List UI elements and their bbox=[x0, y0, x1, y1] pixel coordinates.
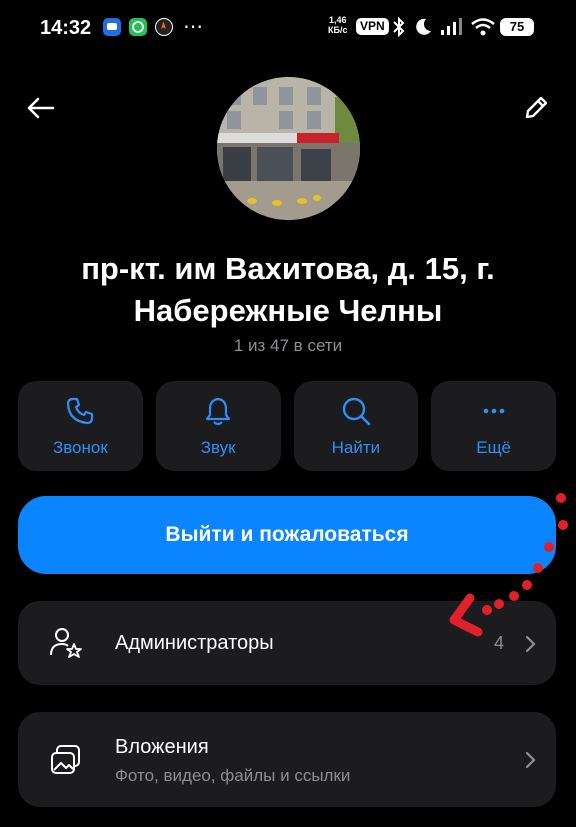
status-time: 14:32 bbox=[40, 17, 92, 39]
more-label: Ещё bbox=[476, 438, 512, 457]
search-label: Найти bbox=[331, 438, 381, 457]
speed-unit: КБ/с bbox=[328, 25, 348, 35]
phone-icon bbox=[65, 394, 95, 428]
bell-icon bbox=[203, 394, 233, 428]
leave-and-report-button[interactable]: Выйти и пожаловаться bbox=[18, 496, 556, 574]
admin-star-icon bbox=[48, 625, 84, 661]
sound-label: Звук bbox=[200, 438, 236, 457]
signal-icon bbox=[440, 16, 464, 43]
pencil-icon bbox=[525, 96, 548, 119]
gallery-icon bbox=[48, 742, 84, 778]
group-title: пр-кт. им Вахитова, д. 15, г. Набережные… bbox=[81, 251, 495, 328]
avatar-photo bbox=[217, 77, 360, 220]
more-button[interactable]: Ещё bbox=[431, 381, 556, 471]
vpn-badge: VPN bbox=[356, 18, 389, 35]
sound-button[interactable]: Звук bbox=[155, 381, 281, 471]
whatsapp-icon bbox=[129, 18, 147, 36]
back-button[interactable] bbox=[22, 90, 58, 126]
status-bar: 14:32 ⋯ 1,46 КБ/с VPN 75 bbox=[0, 0, 576, 56]
messages-icon bbox=[103, 18, 121, 36]
search-icon bbox=[340, 394, 372, 428]
administrators-label: Администраторы bbox=[115, 632, 274, 654]
group-avatar[interactable] bbox=[217, 77, 360, 220]
call-label: Звонок bbox=[52, 438, 108, 457]
call-button[interactable]: Звонок bbox=[18, 381, 143, 471]
action-bar: Звонок Звук Найти Ещё bbox=[18, 381, 556, 471]
administrators-count: 4 bbox=[494, 633, 505, 653]
battery-indicator: 75 bbox=[500, 18, 534, 36]
more-icon: ⋯ bbox=[183, 16, 203, 38]
attachments-row[interactable]: Вложения Фото, видео, файлы и ссылки bbox=[18, 712, 556, 807]
wifi-icon bbox=[470, 16, 496, 43]
arrow-left-icon bbox=[27, 97, 55, 119]
online-status: 1 из 47 в сети bbox=[233, 336, 343, 355]
speed-value: 1,46 bbox=[328, 15, 347, 25]
moon-icon bbox=[413, 16, 433, 43]
more-dots-icon bbox=[479, 394, 509, 428]
bluetooth-icon bbox=[392, 16, 406, 43]
chevron-right-icon bbox=[522, 750, 538, 770]
attachments-description: Фото, видео, файлы и ссылки bbox=[115, 766, 351, 785]
chevron-right-icon bbox=[522, 634, 538, 654]
edit-button[interactable] bbox=[516, 88, 556, 128]
attachments-label: Вложения bbox=[115, 736, 209, 758]
search-button[interactable]: Найти bbox=[293, 381, 419, 471]
administrators-row[interactable]: Администраторы 4 bbox=[18, 601, 556, 685]
network-speed: 1,46 КБ/с bbox=[328, 15, 347, 35]
compass-icon bbox=[155, 18, 173, 36]
